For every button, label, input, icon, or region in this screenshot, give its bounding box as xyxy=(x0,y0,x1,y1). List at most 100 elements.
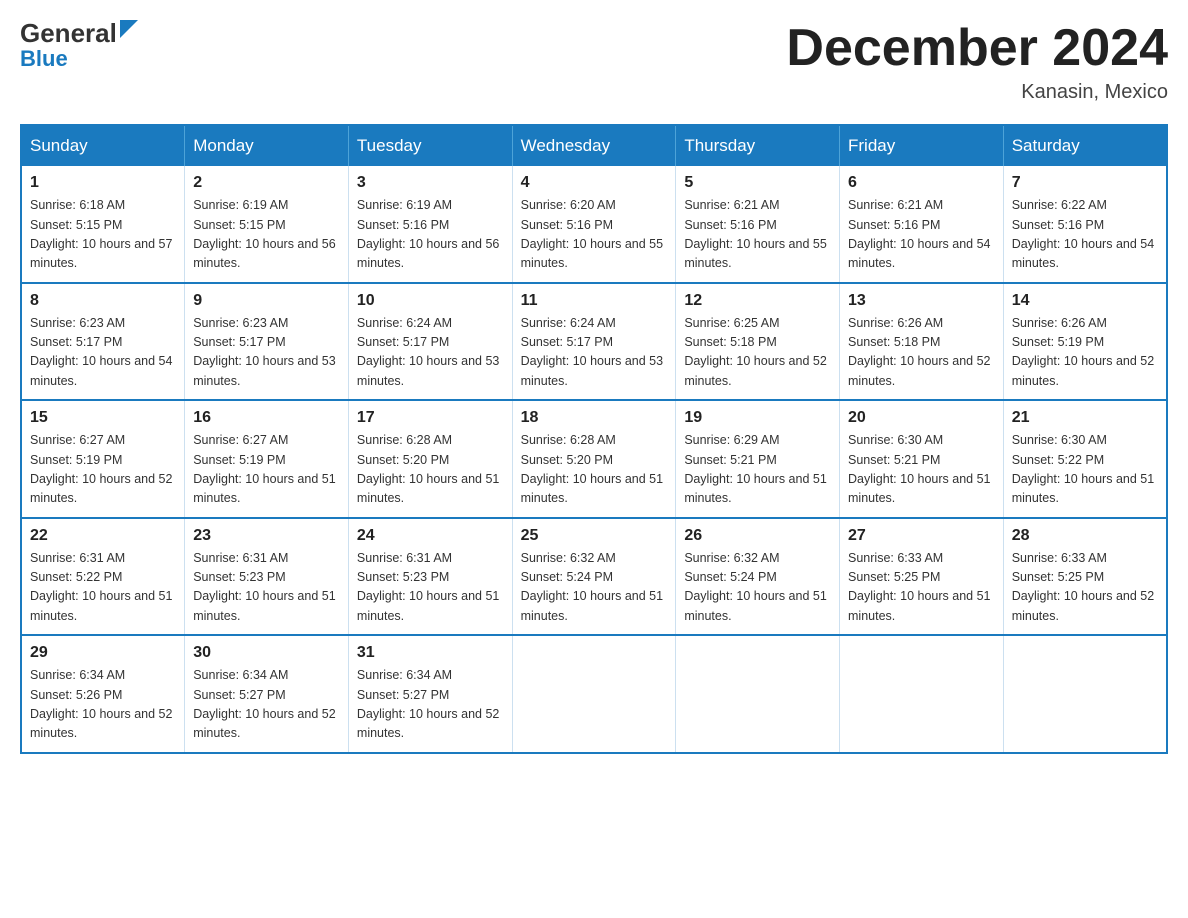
day-number: 22 xyxy=(30,527,176,545)
month-title: December 2024 xyxy=(786,20,1168,77)
day-number: 19 xyxy=(684,409,831,427)
day-info: Sunrise: 6:26 AMSunset: 5:19 PMDaylight:… xyxy=(1012,314,1158,392)
day-number: 17 xyxy=(357,409,504,427)
calendar-cell: 28 Sunrise: 6:33 AMSunset: 5:25 PMDaylig… xyxy=(1003,518,1167,636)
day-number: 2 xyxy=(193,174,340,192)
day-info: Sunrise: 6:21 AMSunset: 5:16 PMDaylight:… xyxy=(848,196,995,274)
calendar-cell: 12 Sunrise: 6:25 AMSunset: 5:18 PMDaylig… xyxy=(676,283,840,401)
day-number: 29 xyxy=(30,644,176,662)
day-number: 26 xyxy=(684,527,831,545)
day-number: 11 xyxy=(521,292,668,310)
calendar-cell: 19 Sunrise: 6:29 AMSunset: 5:21 PMDaylig… xyxy=(676,400,840,518)
logo: General Blue xyxy=(20,20,138,70)
calendar-cell xyxy=(1003,635,1167,753)
day-info: Sunrise: 6:18 AMSunset: 5:15 PMDaylight:… xyxy=(30,196,176,274)
calendar-cell: 24 Sunrise: 6:31 AMSunset: 5:23 PMDaylig… xyxy=(348,518,512,636)
day-number: 27 xyxy=(848,527,995,545)
day-number: 28 xyxy=(1012,527,1158,545)
page-header: General Blue December 2024 Kanasin, Mexi… xyxy=(20,20,1168,104)
calendar-cell: 3 Sunrise: 6:19 AMSunset: 5:16 PMDayligh… xyxy=(348,166,512,283)
day-number: 14 xyxy=(1012,292,1158,310)
day-number: 21 xyxy=(1012,409,1158,427)
calendar-cell: 5 Sunrise: 6:21 AMSunset: 5:16 PMDayligh… xyxy=(676,166,840,283)
calendar-week-1: 1 Sunrise: 6:18 AMSunset: 5:15 PMDayligh… xyxy=(21,166,1167,283)
logo-line2: Blue xyxy=(20,48,68,70)
calendar-cell: 2 Sunrise: 6:19 AMSunset: 5:15 PMDayligh… xyxy=(185,166,349,283)
calendar-week-4: 22 Sunrise: 6:31 AMSunset: 5:22 PMDaylig… xyxy=(21,518,1167,636)
calendar-header-friday: Friday xyxy=(840,125,1004,166)
calendar-cell: 15 Sunrise: 6:27 AMSunset: 5:19 PMDaylig… xyxy=(21,400,185,518)
day-info: Sunrise: 6:26 AMSunset: 5:18 PMDaylight:… xyxy=(848,314,995,392)
day-info: Sunrise: 6:30 AMSunset: 5:21 PMDaylight:… xyxy=(848,431,995,509)
calendar-cell: 6 Sunrise: 6:21 AMSunset: 5:16 PMDayligh… xyxy=(840,166,1004,283)
day-info: Sunrise: 6:19 AMSunset: 5:16 PMDaylight:… xyxy=(357,196,504,274)
calendar-table: SundayMondayTuesdayWednesdayThursdayFrid… xyxy=(20,124,1168,754)
day-info: Sunrise: 6:33 AMSunset: 5:25 PMDaylight:… xyxy=(848,549,995,627)
day-number: 31 xyxy=(357,644,504,662)
day-info: Sunrise: 6:27 AMSunset: 5:19 PMDaylight:… xyxy=(30,431,176,509)
day-info: Sunrise: 6:24 AMSunset: 5:17 PMDaylight:… xyxy=(357,314,504,392)
day-info: Sunrise: 6:31 AMSunset: 5:23 PMDaylight:… xyxy=(357,549,504,627)
calendar-cell: 22 Sunrise: 6:31 AMSunset: 5:22 PMDaylig… xyxy=(21,518,185,636)
day-number: 4 xyxy=(521,174,668,192)
day-info: Sunrise: 6:23 AMSunset: 5:17 PMDaylight:… xyxy=(193,314,340,392)
day-info: Sunrise: 6:34 AMSunset: 5:27 PMDaylight:… xyxy=(357,666,504,744)
calendar-cell: 29 Sunrise: 6:34 AMSunset: 5:26 PMDaylig… xyxy=(21,635,185,753)
calendar-cell: 20 Sunrise: 6:30 AMSunset: 5:21 PMDaylig… xyxy=(840,400,1004,518)
calendar-week-5: 29 Sunrise: 6:34 AMSunset: 5:26 PMDaylig… xyxy=(21,635,1167,753)
calendar-cell: 4 Sunrise: 6:20 AMSunset: 5:16 PMDayligh… xyxy=(512,166,676,283)
title-block: December 2024 Kanasin, Mexico xyxy=(786,20,1168,104)
day-number: 12 xyxy=(684,292,831,310)
calendar-cell: 18 Sunrise: 6:28 AMSunset: 5:20 PMDaylig… xyxy=(512,400,676,518)
day-info: Sunrise: 6:23 AMSunset: 5:17 PMDaylight:… xyxy=(30,314,176,392)
day-number: 3 xyxy=(357,174,504,192)
day-info: Sunrise: 6:28 AMSunset: 5:20 PMDaylight:… xyxy=(357,431,504,509)
day-number: 16 xyxy=(193,409,340,427)
location: Kanasin, Mexico xyxy=(786,81,1168,104)
calendar-cell: 30 Sunrise: 6:34 AMSunset: 5:27 PMDaylig… xyxy=(185,635,349,753)
calendar-cell xyxy=(512,635,676,753)
calendar-cell: 1 Sunrise: 6:18 AMSunset: 5:15 PMDayligh… xyxy=(21,166,185,283)
calendar-header-sunday: Sunday xyxy=(21,125,185,166)
calendar-cell: 31 Sunrise: 6:34 AMSunset: 5:27 PMDaylig… xyxy=(348,635,512,753)
day-number: 6 xyxy=(848,174,995,192)
day-info: Sunrise: 6:34 AMSunset: 5:26 PMDaylight:… xyxy=(30,666,176,744)
day-number: 18 xyxy=(521,409,668,427)
calendar-cell: 23 Sunrise: 6:31 AMSunset: 5:23 PMDaylig… xyxy=(185,518,349,636)
logo-arrow-icon xyxy=(120,20,138,38)
day-info: Sunrise: 6:24 AMSunset: 5:17 PMDaylight:… xyxy=(521,314,668,392)
calendar-header-row: SundayMondayTuesdayWednesdayThursdayFrid… xyxy=(21,125,1167,166)
calendar-header-wednesday: Wednesday xyxy=(512,125,676,166)
calendar-cell: 8 Sunrise: 6:23 AMSunset: 5:17 PMDayligh… xyxy=(21,283,185,401)
day-number: 25 xyxy=(521,527,668,545)
calendar-cell: 27 Sunrise: 6:33 AMSunset: 5:25 PMDaylig… xyxy=(840,518,1004,636)
calendar-week-2: 8 Sunrise: 6:23 AMSunset: 5:17 PMDayligh… xyxy=(21,283,1167,401)
day-number: 7 xyxy=(1012,174,1158,192)
day-number: 20 xyxy=(848,409,995,427)
calendar-cell: 17 Sunrise: 6:28 AMSunset: 5:20 PMDaylig… xyxy=(348,400,512,518)
calendar-body: 1 Sunrise: 6:18 AMSunset: 5:15 PMDayligh… xyxy=(21,166,1167,753)
day-number: 23 xyxy=(193,527,340,545)
day-info: Sunrise: 6:34 AMSunset: 5:27 PMDaylight:… xyxy=(193,666,340,744)
calendar-cell xyxy=(676,635,840,753)
day-number: 5 xyxy=(684,174,831,192)
day-info: Sunrise: 6:28 AMSunset: 5:20 PMDaylight:… xyxy=(521,431,668,509)
day-info: Sunrise: 6:21 AMSunset: 5:16 PMDaylight:… xyxy=(684,196,831,274)
calendar-cell: 11 Sunrise: 6:24 AMSunset: 5:17 PMDaylig… xyxy=(512,283,676,401)
day-info: Sunrise: 6:29 AMSunset: 5:21 PMDaylight:… xyxy=(684,431,831,509)
day-info: Sunrise: 6:19 AMSunset: 5:15 PMDaylight:… xyxy=(193,196,340,274)
day-info: Sunrise: 6:27 AMSunset: 5:19 PMDaylight:… xyxy=(193,431,340,509)
logo-line1: General xyxy=(20,20,138,46)
day-info: Sunrise: 6:33 AMSunset: 5:25 PMDaylight:… xyxy=(1012,549,1158,627)
day-info: Sunrise: 6:32 AMSunset: 5:24 PMDaylight:… xyxy=(684,549,831,627)
calendar-header-saturday: Saturday xyxy=(1003,125,1167,166)
day-info: Sunrise: 6:20 AMSunset: 5:16 PMDaylight:… xyxy=(521,196,668,274)
day-info: Sunrise: 6:32 AMSunset: 5:24 PMDaylight:… xyxy=(521,549,668,627)
day-number: 13 xyxy=(848,292,995,310)
day-info: Sunrise: 6:31 AMSunset: 5:22 PMDaylight:… xyxy=(30,549,176,627)
calendar-cell: 10 Sunrise: 6:24 AMSunset: 5:17 PMDaylig… xyxy=(348,283,512,401)
calendar-header-monday: Monday xyxy=(185,125,349,166)
calendar-header-thursday: Thursday xyxy=(676,125,840,166)
calendar-header-tuesday: Tuesday xyxy=(348,125,512,166)
calendar-cell: 13 Sunrise: 6:26 AMSunset: 5:18 PMDaylig… xyxy=(840,283,1004,401)
